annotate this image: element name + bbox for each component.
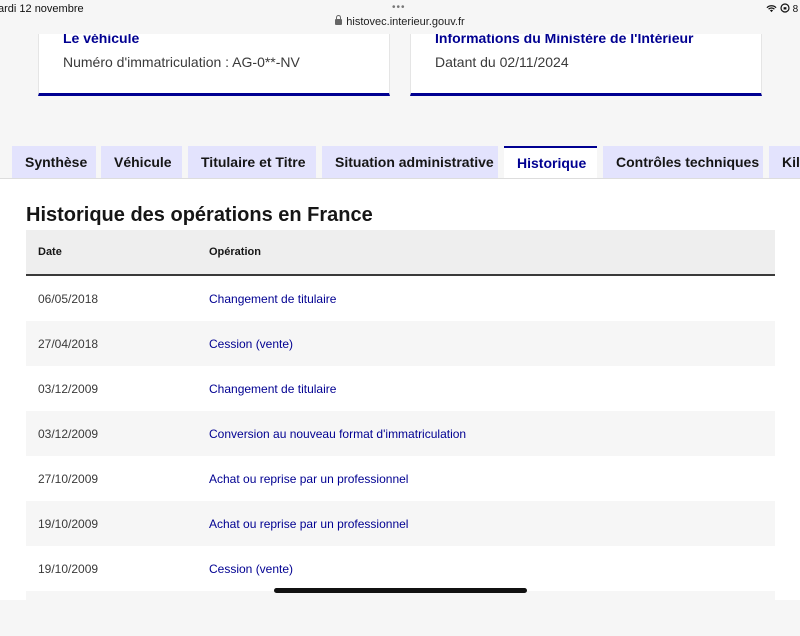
column-header-operation: Opération	[209, 246, 261, 258]
address-bar[interactable]: histovec.interieur.gouv.fr	[0, 15, 800, 28]
table-row: 27/04/2018 Cession (vente)	[26, 321, 775, 366]
registration-number: Numéro d'immatriculation : AG-0**-NV	[63, 54, 300, 70]
tab-kilometrage[interactable]: Kilo	[769, 146, 800, 178]
row-date: 27/04/2018	[38, 337, 99, 351]
browser-status-bar: ardi 12 novembre ••• histovec.interieur.…	[0, 0, 800, 34]
tab-vehicule[interactable]: Véhicule	[101, 146, 182, 178]
data-date: Datant du 02/11/2024	[435, 54, 569, 70]
battery-percent: 8	[792, 4, 799, 15]
row-operation: Achat ou reprise par un professionnel	[209, 517, 409, 531]
table-header: Date Opération	[26, 230, 775, 276]
tab-controles-techniques[interactable]: Contrôles techniques	[603, 146, 763, 178]
row-date: 03/12/2009	[38, 427, 99, 441]
row-operation: Cession (vente)	[209, 337, 294, 351]
row-operation: Achat ou reprise par un professionnel	[209, 472, 409, 486]
table-row: 27/10/2009 Achat ou reprise par un profe…	[26, 456, 775, 501]
row-date: 03/12/2009	[38, 382, 99, 396]
orientation-lock-icon	[780, 3, 790, 13]
tab-synthese[interactable]: Synthèse	[12, 146, 96, 178]
tab-situation-administrative[interactable]: Situation administrative	[322, 146, 498, 178]
multitask-dots[interactable]: •••	[392, 2, 406, 13]
history-table: Date Opération 06/05/2018 Changement de …	[26, 230, 775, 636]
table-row: 03/12/2009 Conversion au nouveau format …	[26, 411, 775, 456]
section-title: Historique des opérations en France	[26, 204, 373, 226]
url-text: histovec.interieur.gouv.fr	[346, 16, 465, 28]
column-header-date: Date	[38, 246, 62, 258]
row-date: 27/10/2009	[38, 472, 99, 486]
table-row: 06/05/2018 Changement de titulaire	[26, 276, 775, 321]
wifi-icon	[766, 5, 777, 13]
home-indicator[interactable]	[274, 588, 527, 593]
row-date: 06/05/2018	[38, 292, 99, 306]
row-operation: Cession (vente)	[209, 562, 294, 576]
table-row: 19/10/2009 Achat ou reprise par un profe…	[26, 501, 775, 546]
lock-icon	[335, 15, 343, 25]
tab-titulaire-titre[interactable]: Titulaire et Titre	[188, 146, 316, 178]
tab-bar: Synthèse Véhicule Titulaire et Titre Sit…	[0, 146, 800, 180]
table-row: 19/10/2009 Cession (vente)	[26, 546, 775, 591]
row-operation: Changement de titulaire	[209, 382, 337, 396]
row-date: 19/10/2009	[38, 517, 99, 531]
table-row	[26, 591, 775, 636]
table-row: 03/12/2009 Changement de titulaire	[26, 366, 775, 411]
row-date: 19/10/2009	[38, 562, 99, 576]
tab-historique[interactable]: Historique	[504, 146, 597, 180]
row-operation: Changement de titulaire	[209, 292, 337, 306]
system-status-icons: 8	[766, 3, 798, 15]
row-operation: Conversion au nouveau format d'immatricu…	[209, 427, 467, 441]
status-date: ardi 12 novembre	[0, 3, 84, 15]
